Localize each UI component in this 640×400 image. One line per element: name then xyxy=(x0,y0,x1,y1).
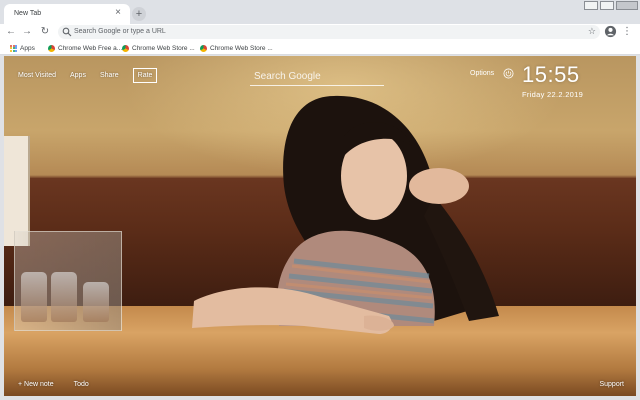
most-visited-link[interactable]: Most Visited xyxy=(18,72,56,79)
search-icon xyxy=(62,27,72,37)
menu-icon[interactable]: ⋮ xyxy=(622,25,632,39)
browser-toolbar: ← → ↻ Search Google or type a URL ☆ ⋮ xyxy=(0,24,640,40)
new-note-button[interactable]: + New note xyxy=(18,381,54,388)
forward-icon[interactable]: → xyxy=(20,25,34,39)
bookmark-label: Apps xyxy=(20,44,35,52)
background-condiment-caddy xyxy=(14,231,122,331)
search-input[interactable] xyxy=(250,67,384,86)
bookmark-item[interactable]: Chrome Web Store ... xyxy=(200,43,273,53)
maximize-icon[interactable] xyxy=(600,1,614,10)
support-link[interactable]: Support xyxy=(599,381,624,388)
omnibox-placeholder: Search Google or type a URL xyxy=(74,28,166,35)
apps-grid-icon xyxy=(10,44,17,52)
omnibox[interactable]: Search Google or type a URL ☆ xyxy=(58,25,600,39)
reload-icon[interactable]: ↻ xyxy=(38,25,52,39)
tab-new-tab[interactable]: New Tab × xyxy=(4,4,130,24)
back-icon[interactable]: ← xyxy=(4,25,18,39)
share-link[interactable]: Share xyxy=(100,72,119,79)
new-tab-page: Most Visited Apps Share Rate Options 15:… xyxy=(4,56,636,396)
rate-button[interactable]: Rate xyxy=(132,68,158,83)
minimize-icon[interactable] xyxy=(584,1,598,10)
chrome-web-store-icon xyxy=(200,44,207,52)
top-nav: Most Visited Apps Share Rate xyxy=(18,68,158,83)
account-circle-icon[interactable] xyxy=(604,25,617,38)
clock: 15:55 xyxy=(522,62,580,87)
bookmark-item[interactable]: Chrome Web Store ... xyxy=(122,43,195,53)
bookmark-label: Chrome Web Free a... xyxy=(58,44,123,52)
background-photo-woman xyxy=(192,95,499,334)
tab-strip: New Tab × + xyxy=(0,0,640,24)
window-controls xyxy=(584,1,638,13)
close-window-icon[interactable] xyxy=(616,1,638,10)
bookmarks-bar: Apps Chrome Web Free a... Chrome Web Sto… xyxy=(0,40,640,55)
bookmark-label: Chrome Web Store ... xyxy=(210,44,273,52)
background-sign xyxy=(4,136,30,246)
tab-close-icon[interactable]: × xyxy=(112,7,124,19)
chrome-web-store-icon xyxy=(122,44,129,52)
bookmark-star-icon[interactable]: ☆ xyxy=(588,26,596,37)
bottom-bar: + New note Todo xyxy=(18,381,89,388)
date: Friday 22.2.2019 xyxy=(522,90,584,99)
tab-title: New Tab xyxy=(14,10,42,17)
chrome-web-store-icon xyxy=(48,44,55,52)
new-tab-button[interactable]: + xyxy=(132,7,146,21)
todo-button[interactable]: Todo xyxy=(74,381,89,388)
power-icon[interactable] xyxy=(503,68,514,79)
bookmark-label: Chrome Web Store ... xyxy=(132,44,195,52)
bookmark-item[interactable]: Chrome Web Free a... xyxy=(48,43,122,53)
options-link[interactable]: Options xyxy=(470,70,494,77)
bookmark-apps[interactable]: Apps xyxy=(10,43,35,53)
search-box xyxy=(250,66,384,86)
apps-link[interactable]: Apps xyxy=(70,72,86,79)
